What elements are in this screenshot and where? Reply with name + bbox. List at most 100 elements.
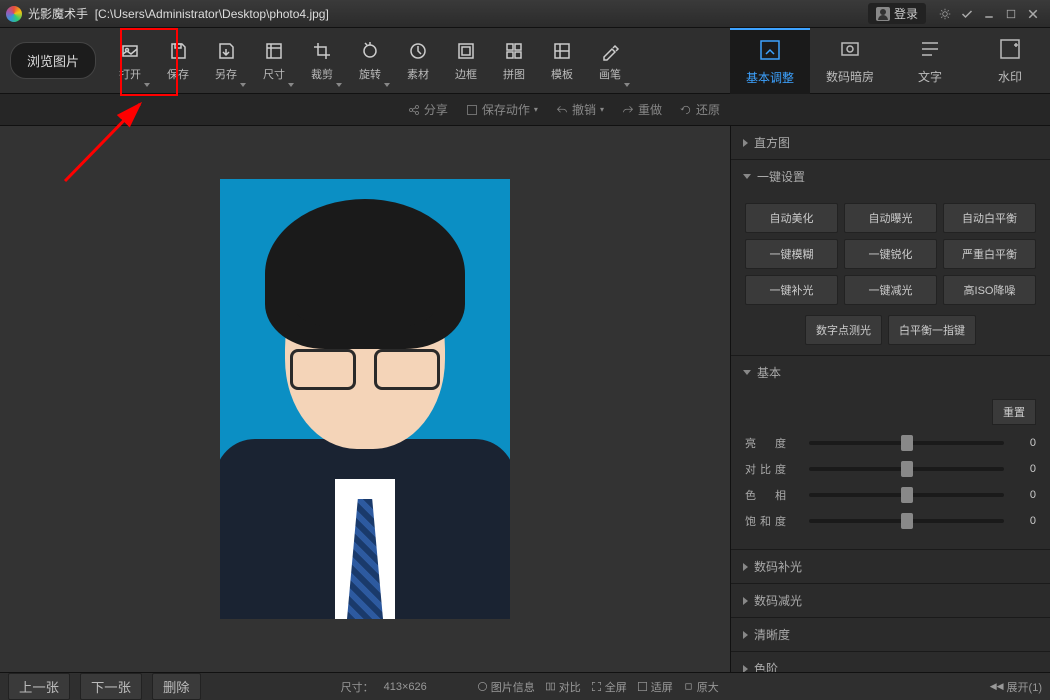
tool-icon <box>455 40 477 62</box>
slider-value: 0 <box>1012 515 1036 527</box>
canvas-area[interactable] <box>0 126 730 672</box>
tab-icon <box>758 38 782 65</box>
oneclick-自动白平衡[interactable]: 自动白平衡 <box>943 203 1036 233</box>
tool-裁剪[interactable]: 裁剪 <box>298 33 346 89</box>
panel-oneclick[interactable]: 一键设置 <box>731 160 1050 193</box>
size-value: 413×626 <box>384 681 427 693</box>
tab-icon <box>918 37 942 64</box>
panel-清晰度[interactable]: 清晰度 <box>731 618 1050 651</box>
tool-保存[interactable]: 保存 <box>154 33 202 89</box>
slider-label: 对比度 <box>745 461 801 477</box>
slider-value: 0 <box>1012 463 1036 475</box>
undo-button[interactable]: 撤销▾ <box>556 101 604 118</box>
tool-icon <box>119 40 141 62</box>
oneclick-白平衡一指键[interactable]: 白平衡一指键 <box>888 315 976 345</box>
browse-button[interactable]: 浏览图片 <box>10 42 96 79</box>
oneclick-自动曝光[interactable]: 自动曝光 <box>844 203 937 233</box>
tool-模板[interactable]: 模板 <box>538 33 586 89</box>
caret-icon <box>624 83 630 87</box>
oneclick-一键减光[interactable]: 一键减光 <box>844 275 937 305</box>
oneclick-高ISO降噪[interactable]: 高ISO降噪 <box>943 275 1036 305</box>
slider-row: 饱和度 0 <box>745 513 1036 529</box>
sub-toolbar: 分享 保存动作▾ 撤销▾ 重做 还原 <box>0 94 1050 126</box>
oneclick-一键模糊[interactable]: 一键模糊 <box>745 239 838 269</box>
slider-饱和度[interactable] <box>809 519 1004 523</box>
titlebar: 光影魔术手 [C:\Users\Administrator\Desktop\ph… <box>0 0 1050 28</box>
tab-icon <box>998 37 1022 64</box>
app-icon <box>6 6 22 22</box>
panel-色阶[interactable]: 色阶 <box>731 652 1050 672</box>
tool-打开[interactable]: 打开 <box>106 33 154 89</box>
oneclick-一键补光[interactable]: 一键补光 <box>745 275 838 305</box>
slider-亮 度[interactable] <box>809 441 1004 445</box>
tool-拼图[interactable]: 拼图 <box>490 33 538 89</box>
fullscreen-button[interactable]: 全屏 <box>591 679 627 695</box>
oneclick-数字点测光[interactable]: 数字点测光 <box>805 315 882 345</box>
help-icon[interactable] <box>956 5 978 23</box>
tab-水印[interactable]: 水印 <box>970 28 1050 94</box>
tool-旋转[interactable]: 旋转 <box>346 33 394 89</box>
slider-label: 饱和度 <box>745 513 801 529</box>
main-toolbar: 浏览图片 打开保存另存尺寸裁剪旋转素材边框拼图模板画笔 基本调整数码暗房文字水印 <box>0 28 1050 94</box>
slider-value: 0 <box>1012 437 1036 449</box>
slider-row: 对比度 0 <box>745 461 1036 477</box>
revert-button[interactable]: 还原 <box>680 101 720 118</box>
tool-尺寸[interactable]: 尺寸 <box>250 33 298 89</box>
slider-value: 0 <box>1012 489 1036 501</box>
tool-icon <box>311 40 333 62</box>
caret-icon <box>144 83 150 87</box>
caret-icon <box>336 83 342 87</box>
settings-icon[interactable] <box>934 5 956 23</box>
tool-icon <box>503 40 525 62</box>
original-button[interactable]: 原大 <box>683 679 719 695</box>
panel-数码减光[interactable]: 数码减光 <box>731 584 1050 617</box>
tool-素材[interactable]: 素材 <box>394 33 442 89</box>
size-label: 尺寸： <box>341 679 374 695</box>
slider-对比度[interactable] <box>809 467 1004 471</box>
slider-label: 亮 度 <box>745 435 801 451</box>
login-button[interactable]: 登录 <box>868 3 926 24</box>
tool-icon <box>215 40 237 62</box>
share-button[interactable]: 分享 <box>408 101 448 118</box>
photo-preview <box>220 179 510 619</box>
tab-基本调整[interactable]: 基本调整 <box>730 28 810 94</box>
caret-icon <box>288 83 294 87</box>
close-button[interactable] <box>1022 5 1044 23</box>
minimize-button[interactable] <box>978 5 1000 23</box>
reset-button[interactable]: 重置 <box>992 399 1036 425</box>
delete-button[interactable]: 删除 <box>152 673 201 700</box>
tool-icon <box>167 40 189 62</box>
fit-button[interactable]: 适屏 <box>637 679 673 695</box>
tab-文字[interactable]: 文字 <box>890 28 970 94</box>
slider-row: 亮 度 0 <box>745 435 1036 451</box>
panel-数码补光[interactable]: 数码补光 <box>731 550 1050 583</box>
tool-icon <box>407 40 429 62</box>
maximize-button[interactable] <box>1000 5 1022 23</box>
save-action-button[interactable]: 保存动作▾ <box>466 101 538 118</box>
oneclick-自动美化[interactable]: 自动美化 <box>745 203 838 233</box>
side-panel: 直方图 一键设置 自动美化自动曝光自动白平衡一键模糊一键锐化严重白平衡一键补光一… <box>730 126 1050 672</box>
slider-色 相[interactable] <box>809 493 1004 497</box>
tab-icon <box>838 37 862 64</box>
caret-icon <box>240 83 246 87</box>
avatar-icon <box>876 7 890 21</box>
next-button[interactable]: 下一张 <box>80 673 142 700</box>
expand-button[interactable]: ◀◀展开(1) <box>990 679 1042 695</box>
tab-数码暗房[interactable]: 数码暗房 <box>810 28 890 94</box>
oneclick-严重白平衡[interactable]: 严重白平衡 <box>943 239 1036 269</box>
panel-histogram[interactable]: 直方图 <box>731 126 1050 159</box>
redo-button[interactable]: 重做 <box>622 101 662 118</box>
oneclick-一键锐化[interactable]: 一键锐化 <box>844 239 937 269</box>
tool-画笔[interactable]: 画笔 <box>586 33 634 89</box>
tool-另存[interactable]: 另存 <box>202 33 250 89</box>
slider-row: 色 相0 <box>745 487 1036 503</box>
compare-button[interactable]: 对比 <box>545 679 581 695</box>
file-path: [C:\Users\Administrator\Desktop\photo4.j… <box>95 7 329 21</box>
info-button[interactable]: 图片信息 <box>477 679 535 695</box>
tool-icon <box>359 40 381 62</box>
tool-边框[interactable]: 边框 <box>442 33 490 89</box>
caret-icon <box>384 83 390 87</box>
prev-button[interactable]: 上一张 <box>8 673 70 700</box>
tool-icon <box>551 40 573 62</box>
panel-basic[interactable]: 基本 <box>731 356 1050 389</box>
